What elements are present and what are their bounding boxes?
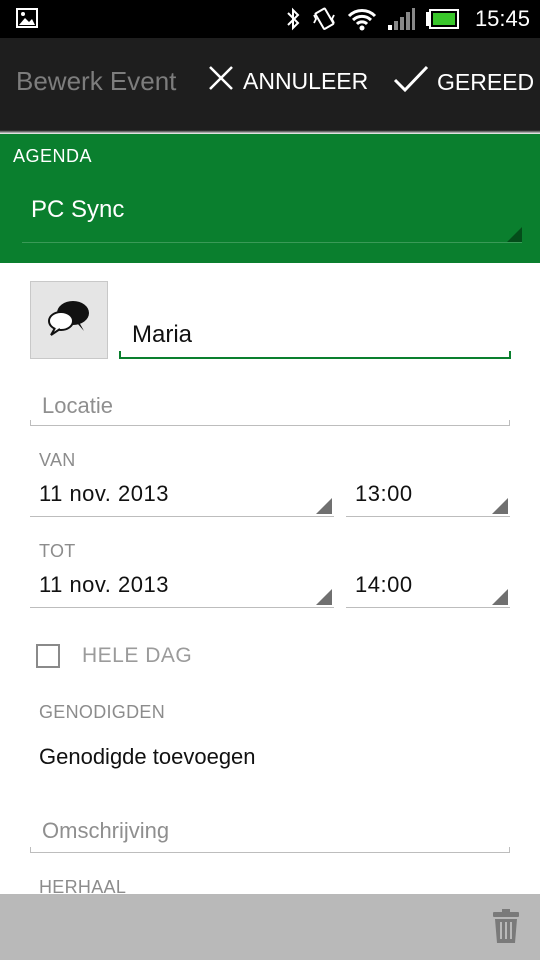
input-edge-right [509,847,510,853]
to-date-value: 11 nov. 2013 [39,572,169,597]
action-bar: Bewerk Event ANNULEER GEREED [0,38,540,134]
page-title: Bewerk Event [16,66,177,96]
bluetooth-icon [285,6,301,32]
done-button[interactable]: GEREED [393,64,534,100]
dropdown-corner-icon [507,227,522,242]
to-date-picker[interactable]: 11 nov. 2013 [30,568,334,608]
input-edge-right [509,351,511,359]
from-time-value: 13:00 [355,481,413,506]
checkmark-icon [393,64,429,100]
event-icon-button[interactable] [30,281,108,359]
to-label: TOT [39,541,76,561]
description-placeholder: Omschrijving [42,818,170,843]
add-guest-button[interactable]: Genodigde toevoegen [39,744,256,770]
from-time-picker[interactable]: 13:00 [346,477,510,517]
event-form: Maria Locatie VAN 11 nov. 2013 13:00 TOT… [0,263,540,894]
bottom-bar [0,894,540,960]
dropdown-corner-icon [316,589,332,605]
from-label: VAN [39,450,76,470]
status-bar: 15:45 [0,0,540,38]
location-placeholder: Locatie [42,393,113,418]
all-day-label[interactable]: HELE DAG [82,644,192,668]
input-edge-right [509,420,510,426]
dropdown-corner-icon [492,498,508,514]
dropdown-corner-icon [492,589,508,605]
all-day-checkbox[interactable] [36,644,60,668]
event-title-input[interactable]: Maria [119,313,511,359]
input-edge-left [30,420,31,426]
speech-bubbles-icon [46,297,92,344]
close-icon [207,64,235,98]
guests-label: GENODIGDEN [39,702,166,722]
to-time-picker[interactable]: 14:00 [346,568,510,608]
from-date-picker[interactable]: 11 nov. 2013 [30,477,334,517]
repeat-label: HERHAAL [39,877,127,894]
cancel-label: ANNULEER [243,67,369,94]
calendar-underline [22,242,522,243]
signal-icon [387,7,415,31]
wifi-icon [347,7,377,31]
vibrate-icon [311,6,337,32]
event-title-value: Maria [132,321,193,348]
trash-icon[interactable] [492,908,520,944]
description-input[interactable]: Omschrijving [30,814,510,853]
calendar-label: AGENDA [13,146,93,166]
location-input[interactable]: Locatie [30,387,510,426]
dropdown-corner-icon [316,498,332,514]
from-date-value: 11 nov. 2013 [39,481,169,506]
to-time-value: 14:00 [355,572,413,597]
done-label: GEREED [437,68,535,95]
clock: 15:45 [474,6,530,31]
input-edge-left [119,351,121,359]
battery-icon [425,9,459,29]
input-edge-left [30,847,31,853]
calendar-selector[interactable]: AGENDA PC Sync [0,134,540,263]
calendar-value: PC Sync [31,196,125,223]
image-icon [16,8,38,28]
cancel-button[interactable]: ANNULEER [207,64,368,98]
